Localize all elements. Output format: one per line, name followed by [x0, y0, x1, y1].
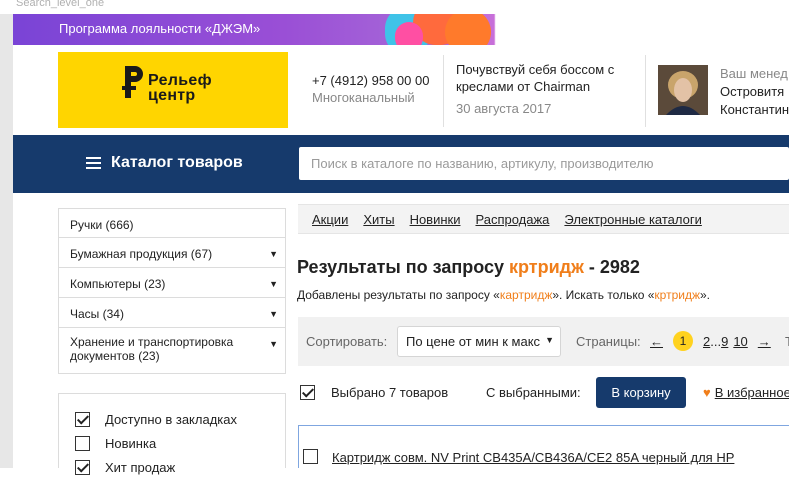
news-date: 30 августа 2017	[456, 101, 552, 116]
manager-title: Ваш менед	[720, 66, 788, 81]
selected-count: Выбрано 7 товаров	[331, 385, 449, 400]
sort-bar: Сортировать: По цене от мин к макс ▼ Стр…	[298, 317, 789, 366]
search-input[interactable]	[299, 147, 789, 180]
pagination: ← 1 2 ... 9 10 →	[650, 331, 771, 351]
current-page: 1	[673, 331, 693, 351]
catalog-label: Каталог товаров	[111, 154, 243, 171]
logo-line-1: Рельеф	[148, 72, 212, 89]
site-header: Рельеф центр +7 (4912) 958 00 00 Многока…	[13, 45, 789, 135]
main-navbar: Каталог товаров	[13, 135, 789, 193]
phone-caption: Многоканальный	[312, 90, 415, 105]
phone-number[interactable]: +7 (4912) 958 00 00	[312, 73, 429, 88]
note-query-link[interactable]: картридж	[500, 288, 553, 302]
tab-link[interactable]: Новинки	[410, 212, 461, 227]
category-label: Ручки (666)	[70, 218, 134, 232]
filter-option[interactable]: Хит продаж	[75, 455, 269, 479]
left-gutter	[0, 14, 13, 468]
divider	[443, 55, 444, 127]
expand-arrow-icon[interactable]: ▼	[269, 247, 278, 261]
add-to-favorites-link[interactable]: ♥ В избранное	[703, 385, 789, 400]
filter-panel: Доступно в закладках Новинка Хит продаж	[58, 393, 286, 475]
note-text: ». Искать только «	[552, 288, 655, 302]
sort-label: Сортировать:	[306, 334, 388, 349]
add-to-cart-button[interactable]: В корзину	[596, 377, 686, 408]
expand-arrow-icon[interactable]: ▼	[269, 337, 278, 351]
catalog-button[interactable]: Каталог товаров	[86, 154, 243, 172]
page-link-10[interactable]: 10	[733, 334, 747, 349]
next-page-arrow[interactable]: →	[758, 334, 771, 349]
promo-text: Программа лояльности «ДЖЭМ»	[59, 21, 261, 36]
prev-page-arrow[interactable]: ←	[650, 334, 663, 349]
category-label: Бумажная продукция (67)	[70, 247, 213, 261]
filter-checkbox[interactable]	[75, 459, 90, 475]
filter-checkbox[interactable]	[75, 411, 90, 427]
logo-line-2: центр	[148, 87, 196, 104]
page-link-9[interactable]: 9	[721, 334, 728, 349]
section-tabs: Акции Хиты Новинки Распродажа Электронные ка…	[298, 204, 789, 234]
product-card: Картридж совм. NV Print CB435A/CB436A/CE…	[298, 425, 789, 468]
product-title-link[interactable]: Картридж совм. NV Print CB435A/CB436A/CE…	[332, 450, 734, 465]
manager-avatar	[658, 65, 708, 115]
avatar-photo-icon	[658, 65, 708, 115]
logo-text: Рельеф центр	[148, 72, 212, 104]
page-ellipsis: ...	[710, 333, 722, 349]
filter-label: Хит продаж	[105, 459, 176, 475]
divider	[645, 55, 646, 127]
expand-arrow-icon[interactable]: ▼	[269, 277, 278, 291]
hamburger-icon	[86, 157, 101, 169]
results-count: - 2982	[583, 257, 640, 277]
category-label: Часы (34)	[70, 307, 124, 321]
favorites-label: В избранное	[714, 385, 789, 400]
manager-info[interactable]: Ваш менед Островитя Константин	[720, 65, 789, 119]
results-heading-prefix: Результаты по запросу	[297, 257, 505, 277]
manager-name-line-1: Островитя	[720, 84, 785, 99]
tab-link[interactable]: Акции	[312, 212, 348, 227]
results-heading: Результаты по запросу кртридж - 2982	[297, 257, 640, 278]
filter-label: Доступно в закладках	[105, 411, 237, 427]
filter-option[interactable]: Доступно в закладках	[75, 407, 269, 431]
expand-arrow-icon[interactable]: ▼	[269, 307, 278, 321]
news-link[interactable]: Почувствуй себя боссом с креслами от Cha…	[456, 61, 636, 95]
added-results-note: Добавлены результаты по запросу «картрид…	[297, 288, 710, 302]
search-only-link[interactable]: кртридж	[654, 288, 700, 302]
logo-mark-icon	[122, 66, 143, 98]
product-checkbox[interactable]	[303, 449, 318, 464]
category-label: Компьютеры (23)	[70, 277, 166, 291]
filter-checkbox[interactable]	[75, 435, 90, 451]
select-all-checkbox[interactable]	[300, 385, 315, 400]
promo-decor-shape	[395, 22, 423, 45]
category-item[interactable]: Бумажная продукция (67) ▼	[58, 238, 286, 268]
category-item[interactable]: Ручки (666)	[58, 208, 286, 238]
selection-toolbar: Выбрано 7 товаров С выбранными: В корзин…	[298, 377, 789, 409]
heart-icon: ♥	[703, 385, 711, 400]
page-link-2[interactable]: 2	[703, 334, 710, 349]
promo-decor-shape	[445, 14, 491, 45]
sort-select[interactable]: По цене от мин к макс ▼	[397, 326, 561, 357]
filter-label: Новинка	[105, 435, 157, 451]
sort-selected-value: По цене от мин к макс	[406, 334, 541, 349]
category-item[interactable]: Компьютеры (23) ▼	[58, 268, 286, 298]
category-item[interactable]: Хранение и транспортировка документов (2…	[58, 328, 286, 374]
with-selected-label: С выбранными:	[486, 385, 581, 400]
category-label: Хранение и транспортировка документов (2…	[70, 335, 234, 363]
note-text: Добавлены результаты по запросу «	[297, 288, 500, 302]
manager-name-line-2: Константин	[720, 102, 789, 117]
category-item[interactable]: Часы (34) ▼	[58, 298, 286, 328]
window-caption: Search_level_one	[16, 0, 105, 9]
logo[interactable]: Рельеф центр	[58, 52, 288, 128]
tab-link[interactable]: Хиты	[363, 212, 394, 227]
tab-link[interactable]: Электронные каталоги	[564, 212, 701, 227]
chevron-down-icon: ▼	[543, 335, 554, 345]
pages-label: Страницы:	[576, 334, 641, 349]
note-text: ».	[699, 288, 710, 302]
results-query: кртридж	[509, 257, 584, 277]
page-size-label: То	[785, 334, 789, 349]
tab-link[interactable]: Распродажа	[475, 212, 549, 227]
promo-banner[interactable]: Программа лояльности «ДЖЭМ»	[13, 14, 789, 45]
filter-option[interactable]: Новинка	[75, 431, 269, 455]
category-sidebar: Ручки (666) Бумажная продукция (67) ▼ Компь…	[58, 208, 286, 374]
